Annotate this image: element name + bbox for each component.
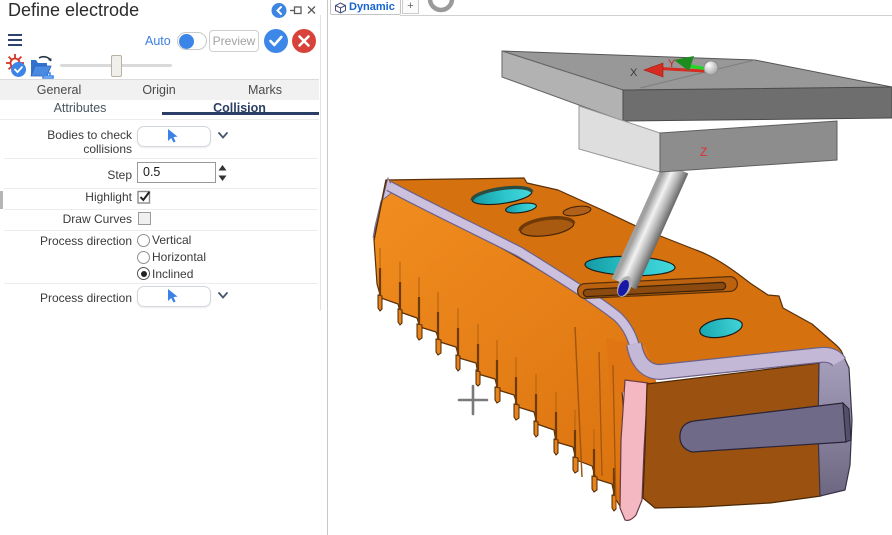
svg-text:X: X [630,67,638,79]
svg-text:Z: Z [700,145,707,159]
svg-text:Y: Y [668,58,676,70]
